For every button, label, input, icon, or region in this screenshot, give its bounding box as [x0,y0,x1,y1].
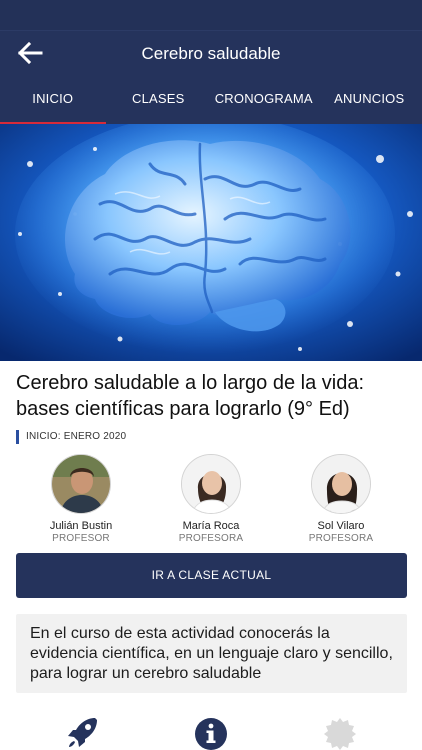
teacher-name: Sol Vilaro [317,520,365,532]
person-avatar-icon [312,455,370,513]
go-to-current-class-button[interactable]: IR A CLASE ACTUAL [16,553,407,598]
bottom-icons-row [0,712,422,750]
avatar [181,454,241,514]
app-header: Cerebro saludable [0,31,422,76]
teacher-card-julian[interactable]: Julián Bustin PROFESOR [21,452,141,544]
teacher-name: María Roca [182,520,240,532]
teacher-name: Julián Bustin [49,520,113,532]
rocket-icon [68,718,97,747]
info-button[interactable] [191,714,231,750]
badge-button[interactable] [320,714,360,750]
tab-clases[interactable]: CLASES [106,76,212,124]
teacher-role: PROFESORA [178,533,244,544]
avatar [311,454,371,514]
tab-bar: INICIO CLASES CRONOGRAMA ANUNCIOS [0,76,422,126]
course-hero-image [0,124,422,361]
course-title: Cerebro saludable a lo largo de la vida:… [16,372,364,420]
brain-illustration [0,124,422,361]
tab-inicio[interactable]: INICIO [0,76,106,126]
status-bar [0,0,422,31]
rocket-button[interactable] [63,714,103,750]
person-avatar-icon [52,455,110,513]
tab-anuncios[interactable]: ANUNCIOS [317,76,422,124]
teacher-card-sol[interactable]: Sol Vilaro PROFESORA [281,452,401,544]
course-start-date: INICIO: ENERO 2020 [16,430,126,444]
teachers-row: Julián Bustin PROFESOR María Roca PROFES… [0,452,422,544]
teacher-role: PROFESOR [52,533,110,544]
tab-cronograma[interactable]: CRONOGRAMA [211,76,317,124]
course-description: En el curso de esta actividad conocerás … [16,614,407,693]
badge-icon [324,718,356,750]
teacher-role: PROFESORA [308,533,374,544]
info-icon [195,718,227,750]
person-avatar-icon [182,455,240,513]
avatar [51,454,111,514]
page-title: Cerebro saludable [141,44,281,63]
teacher-card-maria[interactable]: María Roca PROFESORA [151,452,271,544]
